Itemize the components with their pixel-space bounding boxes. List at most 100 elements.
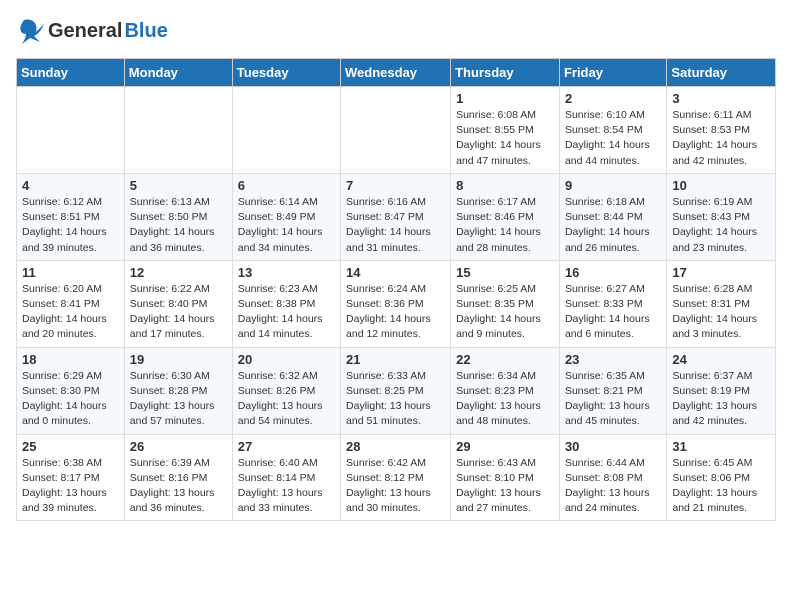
day-info: Sunrise: 6:13 AM Sunset: 8:50 PM Dayligh… [130,195,227,256]
calendar-cell: 9 Sunrise: 6:18 AM Sunset: 8:44 PM Daylig… [559,173,666,260]
calendar-cell: 15 Sunrise: 6:25 AM Sunset: 8:35 PM Dayli… [451,260,560,347]
day-number: 15 [456,265,554,280]
day-number: 27 [238,439,335,454]
day-number: 7 [346,178,445,193]
weekday-header-saturday: Saturday [667,59,776,87]
calendar-cell: 5 Sunrise: 6:13 AM Sunset: 8:50 PM Daylig… [124,173,232,260]
day-number: 6 [238,178,335,193]
calendar-cell: 26Sunrise: 6:39 AM Sunset: 8:16 PM Dayli… [124,434,232,521]
day-info: Sunrise: 6:30 AM Sunset: 8:28 PM Dayligh… [130,369,227,430]
day-info: Sunrise: 6:23 AM Sunset: 8:38 PM Dayligh… [238,282,335,343]
calendar-cell: 20Sunrise: 6:32 AM Sunset: 8:26 PM Dayli… [232,347,340,434]
day-number: 17 [672,265,770,280]
calendar-week-row: 4Sunrise: 6:12 AM Sunset: 8:51 PM Daylig… [17,173,776,260]
calendar-cell [17,87,125,174]
day-number: 30 [565,439,661,454]
day-number: 14 [346,265,445,280]
day-info: Sunrise: 6:42 AM Sunset: 8:12 PM Dayligh… [346,456,445,517]
calendar-cell: 21 Sunrise: 6:33 AM Sunset: 8:25 PM Dayli… [341,347,451,434]
day-info: Sunrise: 6:44 AM Sunset: 8:08 PM Dayligh… [565,456,661,517]
day-number: 13 [238,265,335,280]
calendar-cell: 10Sunrise: 6:19 AM Sunset: 8:43 PM Dayli… [667,173,776,260]
calendar-cell: 24 Sunrise: 6:37 AM Sunset: 8:19 PM Dayli… [667,347,776,434]
day-info: Sunrise: 6:22 AM Sunset: 8:40 PM Dayligh… [130,282,227,343]
day-info: Sunrise: 6:38 AM Sunset: 8:17 PM Dayligh… [22,456,119,517]
calendar-cell: 12 Sunrise: 6:22 AM Sunset: 8:40 PM Dayli… [124,260,232,347]
calendar-cell: 29 Sunrise: 6:43 AM Sunset: 8:10 PM Dayli… [451,434,560,521]
calendar-cell: 27 Sunrise: 6:40 AM Sunset: 8:14 PM Dayli… [232,434,340,521]
day-number: 1 [456,91,554,106]
day-number: 25 [22,439,119,454]
calendar-cell [124,87,232,174]
calendar-cell: 3Sunrise: 6:11 AM Sunset: 8:53 PM Daylig… [667,87,776,174]
day-info: Sunrise: 6:37 AM Sunset: 8:19 PM Dayligh… [672,369,770,430]
day-info: Sunrise: 6:20 AM Sunset: 8:41 PM Dayligh… [22,282,119,343]
calendar-week-row: 18 Sunrise: 6:29 AM Sunset: 8:30 PM Dayli… [17,347,776,434]
calendar-cell [232,87,340,174]
day-number: 16 [565,265,661,280]
calendar-cell: 2Sunrise: 6:10 AM Sunset: 8:54 PM Daylig… [559,87,666,174]
weekday-header-thursday: Thursday [451,59,560,87]
calendar-week-row: 25 Sunrise: 6:38 AM Sunset: 8:17 PM Dayli… [17,434,776,521]
calendar-cell: 1 Sunrise: 6:08 AM Sunset: 8:55 PM Daylig… [451,87,560,174]
day-info: Sunrise: 6:18 AM Sunset: 8:44 PM Dayligh… [565,195,661,256]
logo-blue-text: Blue [124,20,167,43]
calendar-cell: 22 Sunrise: 6:34 AM Sunset: 8:23 PM Dayli… [451,347,560,434]
day-number: 22 [456,352,554,367]
calendar-cell [341,87,451,174]
logo-icon [16,16,46,46]
day-number: 4 [22,178,119,193]
day-number: 12 [130,265,227,280]
day-number: 10 [672,178,770,193]
logo-general-text: General [48,20,122,43]
calendar-cell: 19 Sunrise: 6:30 AM Sunset: 8:28 PM Dayli… [124,347,232,434]
day-info: Sunrise: 6:45 AM Sunset: 8:06 PM Dayligh… [672,456,770,517]
day-number: 11 [22,265,119,280]
day-info: Sunrise: 6:32 AM Sunset: 8:26 PM Dayligh… [238,369,335,430]
calendar-cell: 16 Sunrise: 6:27 AM Sunset: 8:33 PM Dayli… [559,260,666,347]
day-info: Sunrise: 6:16 AM Sunset: 8:47 PM Dayligh… [346,195,445,256]
calendar-cell: 4Sunrise: 6:12 AM Sunset: 8:51 PM Daylig… [17,173,125,260]
weekday-header-monday: Monday [124,59,232,87]
day-number: 21 [346,352,445,367]
day-info: Sunrise: 6:25 AM Sunset: 8:35 PM Dayligh… [456,282,554,343]
day-info: Sunrise: 6:28 AM Sunset: 8:31 PM Dayligh… [672,282,770,343]
page-header: General Blue [16,16,776,46]
calendar-cell: 6 Sunrise: 6:14 AM Sunset: 8:49 PM Daylig… [232,173,340,260]
calendar-header-row: SundayMondayTuesdayWednesdayThursdayFrid… [17,59,776,87]
day-info: Sunrise: 6:27 AM Sunset: 8:33 PM Dayligh… [565,282,661,343]
day-info: Sunrise: 6:40 AM Sunset: 8:14 PM Dayligh… [238,456,335,517]
day-info: Sunrise: 6:08 AM Sunset: 8:55 PM Dayligh… [456,108,554,169]
day-info: Sunrise: 6:11 AM Sunset: 8:53 PM Dayligh… [672,108,770,169]
calendar-cell: 25 Sunrise: 6:38 AM Sunset: 8:17 PM Dayli… [17,434,125,521]
calendar-cell: 18 Sunrise: 6:29 AM Sunset: 8:30 PM Dayli… [17,347,125,434]
day-number: 23 [565,352,661,367]
logo: General Blue [16,16,168,46]
day-number: 29 [456,439,554,454]
calendar-cell: 28 Sunrise: 6:42 AM Sunset: 8:12 PM Dayli… [341,434,451,521]
weekday-header-sunday: Sunday [17,59,125,87]
day-info: Sunrise: 6:33 AM Sunset: 8:25 PM Dayligh… [346,369,445,430]
day-info: Sunrise: 6:10 AM Sunset: 8:54 PM Dayligh… [565,108,661,169]
day-info: Sunrise: 6:35 AM Sunset: 8:21 PM Dayligh… [565,369,661,430]
day-number: 18 [22,352,119,367]
weekday-header-tuesday: Tuesday [232,59,340,87]
day-number: 26 [130,439,227,454]
day-info: Sunrise: 6:34 AM Sunset: 8:23 PM Dayligh… [456,369,554,430]
day-number: 19 [130,352,227,367]
day-number: 24 [672,352,770,367]
weekday-header-friday: Friday [559,59,666,87]
day-number: 8 [456,178,554,193]
day-info: Sunrise: 6:43 AM Sunset: 8:10 PM Dayligh… [456,456,554,517]
day-number: 5 [130,178,227,193]
calendar-week-row: 1 Sunrise: 6:08 AM Sunset: 8:55 PM Daylig… [17,87,776,174]
calendar-cell: 11 Sunrise: 6:20 AM Sunset: 8:41 PM Dayli… [17,260,125,347]
calendar-cell: 30 Sunrise: 6:44 AM Sunset: 8:08 PM Dayli… [559,434,666,521]
calendar-cell: 23 Sunrise: 6:35 AM Sunset: 8:21 PM Dayli… [559,347,666,434]
day-info: Sunrise: 6:14 AM Sunset: 8:49 PM Dayligh… [238,195,335,256]
day-info: Sunrise: 6:29 AM Sunset: 8:30 PM Dayligh… [22,369,119,430]
calendar-cell: 17 Sunrise: 6:28 AM Sunset: 8:31 PM Dayli… [667,260,776,347]
calendar-week-row: 11 Sunrise: 6:20 AM Sunset: 8:41 PM Dayli… [17,260,776,347]
day-number: 9 [565,178,661,193]
day-number: 28 [346,439,445,454]
